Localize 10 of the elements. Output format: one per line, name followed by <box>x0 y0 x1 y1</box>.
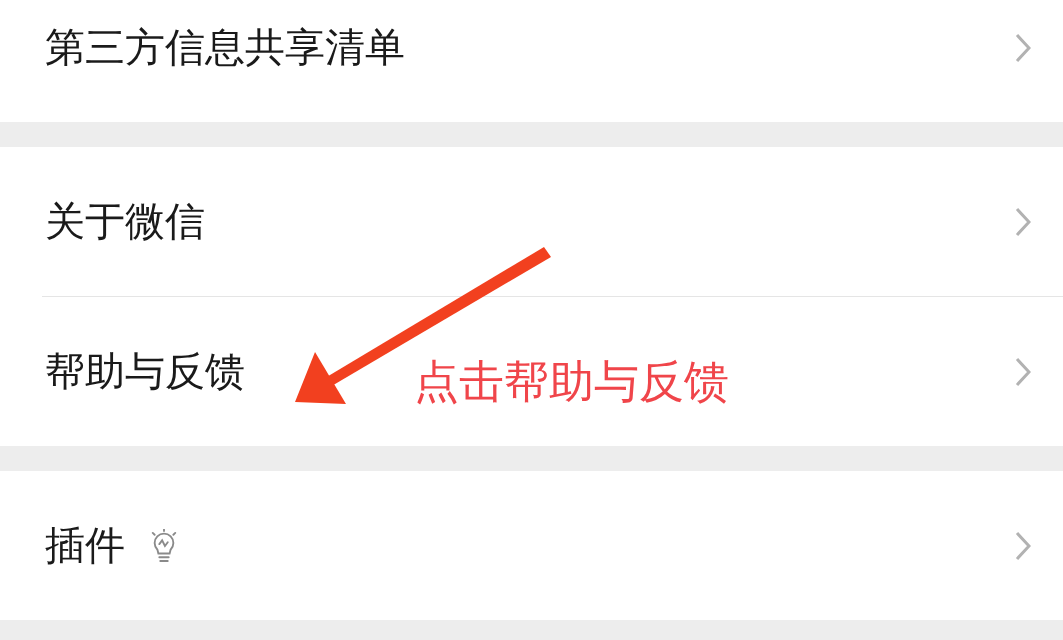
chevron-right-icon <box>1015 206 1031 237</box>
settings-item[interactable]: 帮助与反馈 <box>45 344 245 399</box>
chevron-right-icon <box>1015 356 1031 387</box>
chevron-right-icon <box>1015 32 1031 63</box>
settings-item[interactable]: 关于微信 <box>45 194 205 249</box>
lightbulb-icon <box>149 528 179 563</box>
settings-item[interactable]: 第三方信息共享清单 <box>45 20 405 75</box>
annotation-text: 点击帮助与反馈 <box>414 354 729 410</box>
settings-item[interactable]: 插件 <box>45 518 125 573</box>
chevron-right-icon <box>1015 530 1031 561</box>
